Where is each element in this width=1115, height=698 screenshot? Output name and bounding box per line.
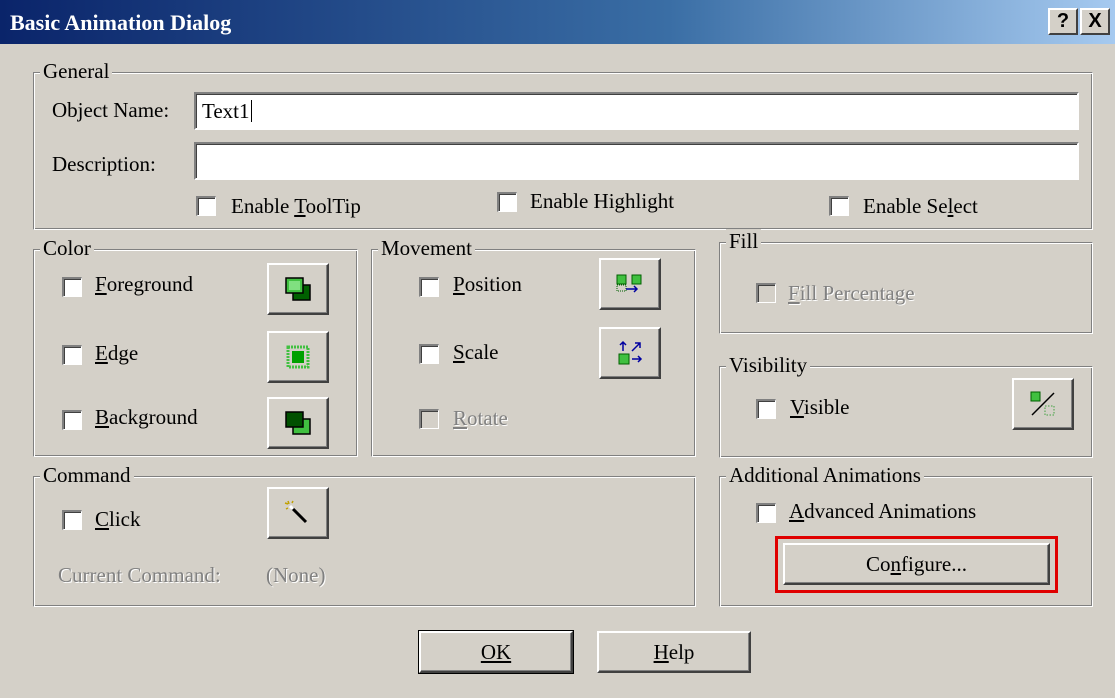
edge-color-icon: [286, 345, 310, 369]
edge-color-button[interactable]: [267, 331, 329, 383]
scale-checkbox[interactable]: [419, 344, 439, 364]
visibility-config-button[interactable]: [1012, 378, 1074, 430]
enable-select-checkbox[interactable]: [829, 196, 849, 216]
movement-legend: Movement: [378, 236, 475, 261]
additional-animations-legend: Additional Animations: [726, 463, 924, 488]
position-checkbox[interactable]: [419, 277, 439, 297]
magic-wand-icon: [284, 500, 308, 524]
background-label[interactable]: Background: [95, 405, 198, 430]
scale-label[interactable]: Scale: [453, 340, 498, 365]
current-command-value: (None): [266, 563, 326, 587]
edge-label[interactable]: Edge: [95, 341, 138, 366]
advanced-animations-checkbox[interactable]: [756, 503, 776, 523]
description-input[interactable]: [194, 142, 1079, 180]
rotate-checkbox[interactable]: [419, 409, 439, 429]
background-checkbox[interactable]: [62, 410, 82, 430]
scale-config-button[interactable]: [599, 327, 661, 379]
fill-percentage-checkbox[interactable]: [756, 283, 776, 303]
foreground-label[interactable]: Foreground: [95, 272, 193, 297]
highlight-annotation-box: [775, 536, 1058, 593]
click-label[interactable]: Click: [95, 507, 141, 532]
ok-button[interactable]: OK: [418, 630, 574, 674]
title-bar[interactable]: Basic Animation Dialog ? X: [0, 0, 1115, 44]
advanced-animations-label[interactable]: Advanced Animations: [789, 499, 976, 524]
visibility-icon: [1030, 391, 1055, 416]
scale-icon: [618, 340, 643, 365]
object-name-input[interactable]: Text1: [194, 92, 1079, 130]
help-button[interactable]: Help: [597, 631, 751, 673]
enable-select-label[interactable]: Enable Select: [863, 194, 978, 219]
ok-button-label: OK: [480, 639, 512, 664]
help-button-label: Help: [653, 639, 695, 664]
background-color-button[interactable]: [267, 397, 329, 449]
background-color-icon: [285, 411, 311, 435]
foreground-checkbox[interactable]: [62, 277, 82, 297]
object-name-label: Object Name:: [52, 98, 170, 122]
command-legend: Command: [40, 463, 134, 488]
context-help-button[interactable]: ?: [1048, 8, 1078, 35]
visibility-legend: Visibility: [726, 353, 811, 378]
enable-tooltip-label[interactable]: Enable ToolTip: [231, 194, 361, 219]
position-label[interactable]: Position: [453, 272, 522, 297]
color-legend: Color: [40, 236, 94, 261]
basic-animation-dialog: Basic Animation Dialog ? X General Objec…: [0, 0, 1115, 698]
description-label: Description:: [52, 152, 156, 176]
object-name-value: Text1: [202, 99, 250, 123]
dialog-title: Basic Animation Dialog: [10, 10, 232, 35]
fill-percentage-label: Fill Percentage: [788, 281, 915, 305]
current-command-label: Current Command:: [58, 563, 221, 587]
foreground-color-icon: [285, 277, 311, 301]
edge-checkbox[interactable]: [62, 345, 82, 365]
rotate-label: Rotate: [453, 406, 508, 430]
text-caret: [250, 100, 252, 122]
enable-highlight-label[interactable]: Enable Highlight: [530, 189, 674, 214]
fill-legend: Fill: [726, 229, 762, 254]
command-config-button[interactable]: [267, 487, 329, 539]
position-icon: [616, 274, 642, 293]
visible-label[interactable]: Visible: [790, 395, 849, 420]
visible-checkbox[interactable]: [756, 399, 776, 419]
position-config-button[interactable]: [599, 258, 661, 310]
enable-highlight-checkbox[interactable]: [497, 192, 517, 212]
close-button[interactable]: X: [1080, 8, 1110, 35]
enable-tooltip-checkbox[interactable]: [196, 196, 216, 216]
general-legend: General: [40, 59, 113, 84]
click-checkbox[interactable]: [62, 510, 82, 530]
foreground-color-button[interactable]: [267, 263, 329, 315]
